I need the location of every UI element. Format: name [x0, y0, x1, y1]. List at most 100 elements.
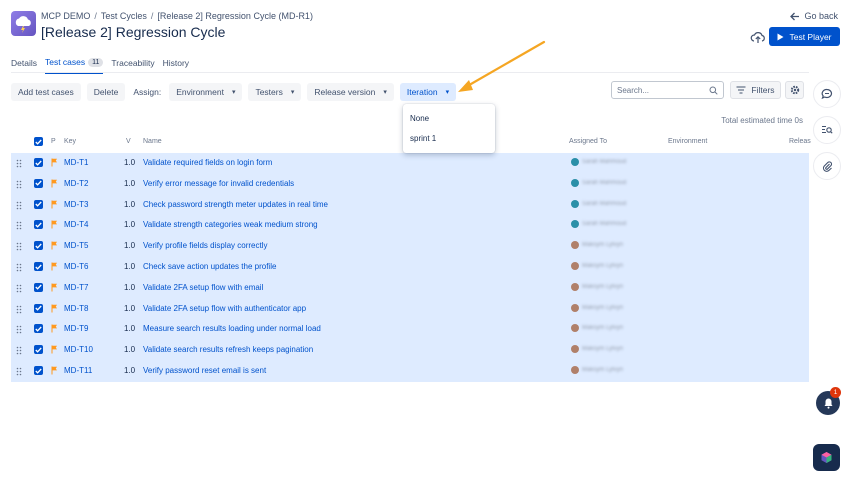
- assignee[interactable]: Maksym Lytvyn: [571, 241, 623, 250]
- row-checkbox[interactable]: [34, 303, 43, 313]
- row-checkbox[interactable]: [34, 282, 43, 292]
- column-release[interactable]: Releas: [789, 138, 811, 145]
- assignee[interactable]: Maksym Lytvyn: [571, 282, 623, 291]
- flag-icon: [51, 158, 57, 167]
- test-case-key[interactable]: MD-T11: [64, 366, 92, 375]
- row-checkbox[interactable]: [34, 345, 43, 355]
- flag-icon: [51, 304, 57, 313]
- test-player-button[interactable]: Test Player: [769, 27, 840, 46]
- test-case-name[interactable]: Validate required fields on login form: [143, 158, 272, 167]
- app-launcher-button[interactable]: [813, 444, 840, 471]
- row-checkbox[interactable]: [34, 262, 43, 271]
- table-row[interactable]: MD-T11 1.0 Verify password reset email is …: [11, 361, 809, 382]
- table-row[interactable]: MD-T3 1.0 Check password strength meter up…: [11, 195, 809, 216]
- settings-button[interactable]: [785, 81, 804, 99]
- test-case-name[interactable]: Verify error message for invalid credent…: [143, 179, 294, 188]
- test-case-key[interactable]: MD-T2: [64, 179, 88, 188]
- table-row[interactable]: MD-T8 1.0 Validate 2FA setup flow with aut…: [11, 299, 809, 320]
- drag-handle-icon[interactable]: [16, 242, 22, 251]
- test-case-name[interactable]: Verify password reset email is sent: [143, 366, 266, 375]
- release-version-dropdown[interactable]: Release version ▾: [307, 83, 394, 101]
- cloud-upload-icon[interactable]: [750, 30, 766, 44]
- row-checkbox[interactable]: [34, 158, 43, 167]
- row-checkbox[interactable]: [34, 324, 43, 334]
- test-case-key[interactable]: MD-T7: [64, 283, 88, 292]
- row-checkbox[interactable]: [34, 241, 43, 251]
- filters-button[interactable]: Filters: [730, 81, 781, 99]
- test-case-name[interactable]: Check save action updates the profile: [143, 262, 276, 271]
- assignee[interactable]: Maksym Lytvyn: [571, 345, 623, 354]
- assignee[interactable]: Maksym Lytvyn: [571, 262, 623, 270]
- test-case-key[interactable]: MD-T8: [64, 304, 88, 313]
- test-case-key[interactable]: MD-T3: [64, 200, 88, 209]
- test-case-key[interactable]: MD-T5: [64, 241, 88, 250]
- delete-button[interactable]: Delete: [86, 83, 126, 101]
- table-row[interactable]: MD-T4 1.0 Validate strength categories wea…: [11, 215, 809, 236]
- test-case-key[interactable]: MD-T1: [64, 158, 88, 167]
- test-case-name[interactable]: Check password strength meter updates in…: [143, 200, 328, 209]
- chat-button[interactable]: [813, 80, 841, 108]
- add-test-cases-button[interactable]: Add test cases: [11, 83, 81, 101]
- breadcrumb-project[interactable]: MCP DEMO: [41, 11, 90, 21]
- notifications-button[interactable]: 1: [816, 387, 841, 415]
- breadcrumb-section[interactable]: Test Cycles: [101, 11, 147, 21]
- assignee[interactable]: Sarah Mahmoud: [571, 158, 626, 166]
- drag-handle-icon[interactable]: [16, 180, 22, 189]
- row-checkbox[interactable]: [34, 220, 43, 230]
- table-row[interactable]: MD-T2 1.0 Verify error message for invalid…: [11, 174, 809, 195]
- test-case-name[interactable]: Validate search results refresh keeps pa…: [143, 345, 313, 354]
- avatar: [571, 262, 579, 270]
- breadcrumb-current[interactable]: [Release 2] Regression Cycle (MD-R1): [157, 11, 313, 21]
- column-name[interactable]: Name: [143, 138, 162, 145]
- drag-handle-icon[interactable]: [16, 263, 22, 272]
- row-checkbox[interactable]: [34, 366, 43, 375]
- drag-handle-icon[interactable]: [16, 305, 22, 314]
- table-row[interactable]: MD-T1 1.0 Validate required fields on logi…: [11, 153, 809, 174]
- table-row[interactable]: MD-T7 1.0 Validate 2FA setup flow with ema…: [11, 278, 809, 299]
- test-case-key[interactable]: MD-T10: [64, 345, 93, 354]
- drag-handle-icon[interactable]: [16, 201, 22, 210]
- column-assigned-to[interactable]: Assigned To: [569, 138, 607, 145]
- iteration-option-sprint-1[interactable]: sprint 1: [403, 128, 495, 148]
- row-checkbox[interactable]: [34, 178, 43, 188]
- testers-dropdown[interactable]: Testers ▾: [248, 83, 302, 101]
- drag-handle-icon[interactable]: [16, 221, 22, 230]
- iteration-option-none[interactable]: None: [403, 108, 495, 128]
- drag-handle-icon[interactable]: [16, 346, 22, 355]
- test-case-name[interactable]: Validate 2FA setup flow with email: [143, 283, 263, 292]
- column-key[interactable]: Key: [64, 138, 76, 145]
- go-back-button[interactable]: Go back: [790, 11, 838, 21]
- table-row[interactable]: MD-T6 1.0 Check save action updates the pr…: [11, 257, 809, 278]
- column-version[interactable]: V: [126, 138, 131, 145]
- search-list-button[interactable]: [813, 116, 841, 144]
- test-case-name[interactable]: Measure search results loading under nor…: [143, 324, 321, 333]
- table-row[interactable]: MD-T10 1.0 Validate search results refresh…: [11, 340, 809, 361]
- drag-handle-icon[interactable]: [16, 284, 22, 293]
- assignee[interactable]: Maksym Lytvyn: [571, 324, 623, 333]
- environment-dropdown[interactable]: Environment ▾: [169, 83, 243, 101]
- test-case-key[interactable]: MD-T4: [64, 220, 88, 229]
- search-input[interactable]: Search...: [611, 81, 724, 99]
- test-case-name[interactable]: Validate strength categories weak medium…: [143, 220, 318, 229]
- assignee[interactable]: Maksym Lytvyn: [571, 366, 623, 374]
- avatar: [571, 178, 579, 187]
- drag-handle-icon[interactable]: [16, 325, 22, 334]
- row-checkbox[interactable]: [34, 199, 43, 209]
- drag-handle-icon[interactable]: [16, 159, 22, 168]
- table-row[interactable]: MD-T5 1.0 Verify profile fields display co…: [11, 236, 809, 257]
- test-case-name[interactable]: Validate 2FA setup flow with authenticat…: [143, 304, 306, 313]
- table-row[interactable]: MD-T9 1.0 Measure search results loading u…: [11, 319, 809, 340]
- test-case-name[interactable]: Verify profile fields display correctly: [143, 241, 268, 250]
- column-environment[interactable]: Environment: [668, 138, 707, 145]
- assignee[interactable]: Maksym Lytvyn: [571, 303, 623, 312]
- filters-label: Filters: [751, 85, 775, 95]
- assignee[interactable]: Sarah Mahmoud: [571, 220, 626, 229]
- test-case-key[interactable]: MD-T6: [64, 262, 88, 271]
- assignee[interactable]: Sarah Mahmoud: [571, 199, 626, 208]
- select-all-checkbox[interactable]: [34, 137, 43, 146]
- test-case-key[interactable]: MD-T9: [64, 324, 88, 333]
- tab-label: Details: [11, 58, 37, 68]
- drag-handle-icon[interactable]: [16, 367, 22, 376]
- attachments-button[interactable]: [813, 152, 841, 180]
- assignee[interactable]: Sarah Mahmoud: [571, 178, 626, 187]
